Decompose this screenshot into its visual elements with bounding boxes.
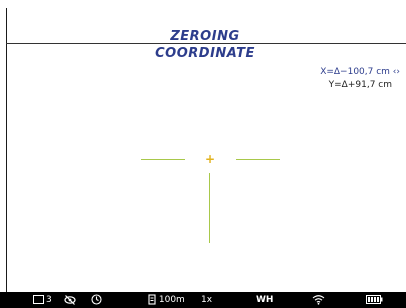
zoom-value[interactable]: 1x bbox=[201, 292, 212, 308]
x-coordinate[interactable]: X=Δ−100,7 cm ‹› bbox=[320, 66, 400, 79]
palette-value[interactable]: WH bbox=[256, 292, 273, 308]
status-bar: 3 100m 1x WH bbox=[0, 292, 406, 308]
timer-icon[interactable] bbox=[91, 292, 102, 308]
coordinates-readout: X=Δ−100,7 cm ‹› Y=Δ+91,7 cm bbox=[320, 66, 400, 92]
profile-number: 3 bbox=[46, 295, 52, 305]
profile-indicator[interactable]: 3 bbox=[33, 292, 52, 308]
reticle-right-arm bbox=[236, 159, 280, 160]
battery-icon bbox=[366, 292, 383, 308]
profile-icon bbox=[33, 295, 44, 304]
wifi-icon[interactable] bbox=[312, 292, 325, 308]
reticle-left-arm bbox=[141, 159, 185, 160]
y-coordinate[interactable]: Y=Δ+91,7 cm bbox=[320, 79, 400, 92]
reticle-center-mark: + bbox=[204, 152, 216, 166]
hide-eye-icon[interactable] bbox=[64, 292, 76, 308]
reticle-bottom-arm bbox=[209, 173, 210, 243]
distance-value: 100m bbox=[158, 295, 185, 305]
distance-indicator[interactable]: 100m bbox=[148, 292, 185, 308]
rangefinder-icon bbox=[148, 294, 156, 305]
title-line-2: COORDINATE bbox=[155, 46, 255, 61]
left-frame-line bbox=[6, 8, 7, 292]
title-line-1: ZEROING bbox=[170, 29, 240, 44]
